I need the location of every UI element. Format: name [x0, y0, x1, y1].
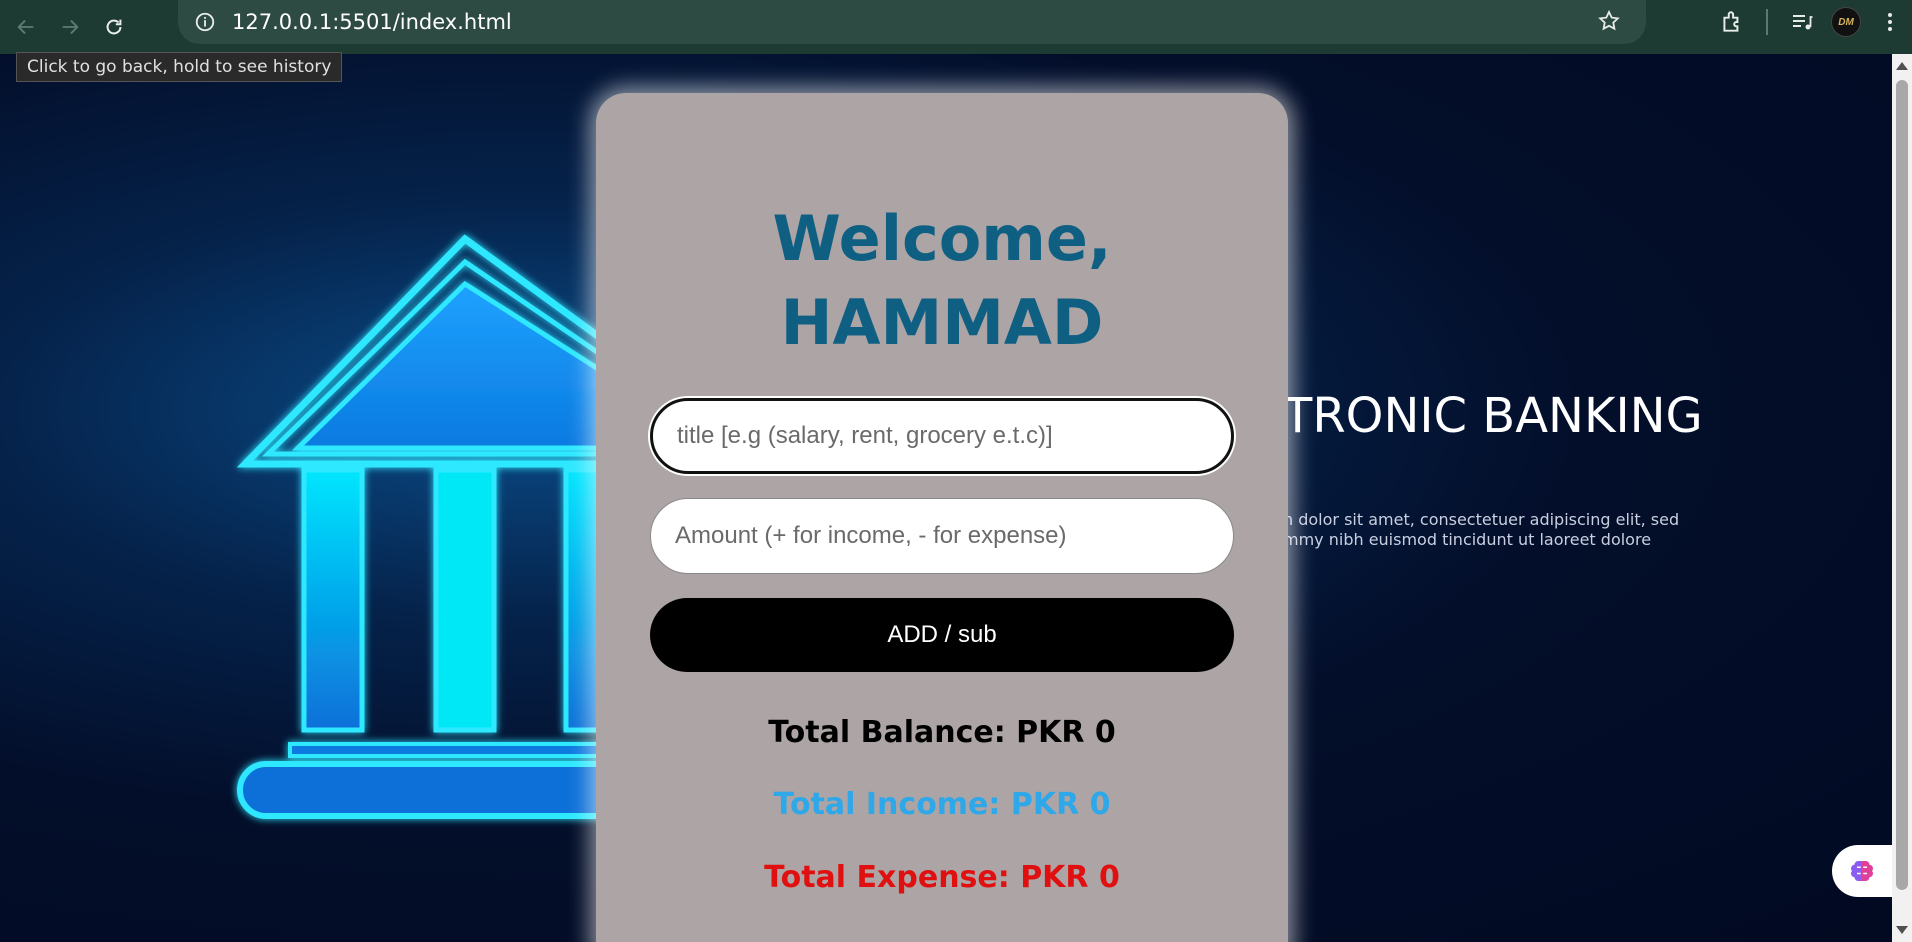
- add-sub-button[interactable]: ADD / sub: [650, 598, 1234, 672]
- profile-avatar-button[interactable]: DM: [1824, 4, 1868, 40]
- total-balance: Total Balance: PKR 0: [768, 715, 1116, 750]
- back-button[interactable]: [8, 9, 44, 45]
- site-info-icon[interactable]: [192, 9, 218, 35]
- page-scrollbar[interactable]: [1892, 54, 1912, 942]
- scroll-up-icon[interactable]: [1896, 62, 1908, 70]
- bank-building-illustration: [236, 234, 650, 819]
- title-input[interactable]: [650, 398, 1234, 474]
- banner-subtitle-line: n dolor sit amet, consectetuer adipiscin…: [1283, 510, 1680, 529]
- budget-card: Welcome, HAMMAD ADD / sub Total Balance:…: [596, 93, 1288, 942]
- browser-toolbar: 127.0.0.1:5501/index.html DM: [0, 0, 1912, 54]
- brain-icon: [1851, 861, 1873, 881]
- back-button-tooltip: Click to go back, hold to see history: [16, 52, 343, 82]
- toolbar-divider: [1766, 9, 1768, 35]
- welcome-line: Welcome,: [772, 202, 1112, 275]
- banner-title: TRONIC BANKING: [1283, 388, 1703, 444]
- reload-button[interactable]: [96, 9, 132, 45]
- user-name: HAMMAD: [780, 286, 1104, 359]
- banner-subtitle-line: mmy nibh euismod tincidunt ut laoreet do…: [1283, 530, 1652, 549]
- url-text: 127.0.0.1:5501/index.html: [232, 10, 512, 34]
- bookmark-star-icon[interactable]: [1594, 6, 1624, 36]
- assistant-widget-button[interactable]: [1832, 845, 1892, 897]
- scroll-down-icon[interactable]: [1896, 926, 1908, 934]
- banner-subtitle: n dolor sit amet, consectetuer adipiscin…: [1283, 510, 1683, 550]
- amount-input[interactable]: [650, 498, 1234, 574]
- total-expense: Total Expense: PKR 0: [764, 860, 1120, 895]
- total-income: Total Income: PKR 0: [773, 787, 1111, 822]
- arrow-left-icon: [17, 19, 34, 35]
- address-bar[interactable]: 127.0.0.1:5501/index.html: [178, 0, 1646, 44]
- menu-more-icon[interactable]: [1868, 4, 1912, 40]
- forward-button[interactable]: [52, 9, 88, 45]
- reload-icon: [106, 19, 122, 35]
- arrow-right-icon: [62, 19, 79, 35]
- page-background: TRONIC BANKING n dolor sit amet, consect…: [0, 54, 1892, 942]
- scroll-thumb[interactable]: [1896, 80, 1908, 890]
- media-control-icon[interactable]: [1780, 4, 1824, 40]
- avatar: DM: [1831, 7, 1861, 37]
- extensions-icon[interactable]: [1710, 4, 1754, 40]
- welcome-heading: Welcome, HAMMAD: [596, 197, 1288, 365]
